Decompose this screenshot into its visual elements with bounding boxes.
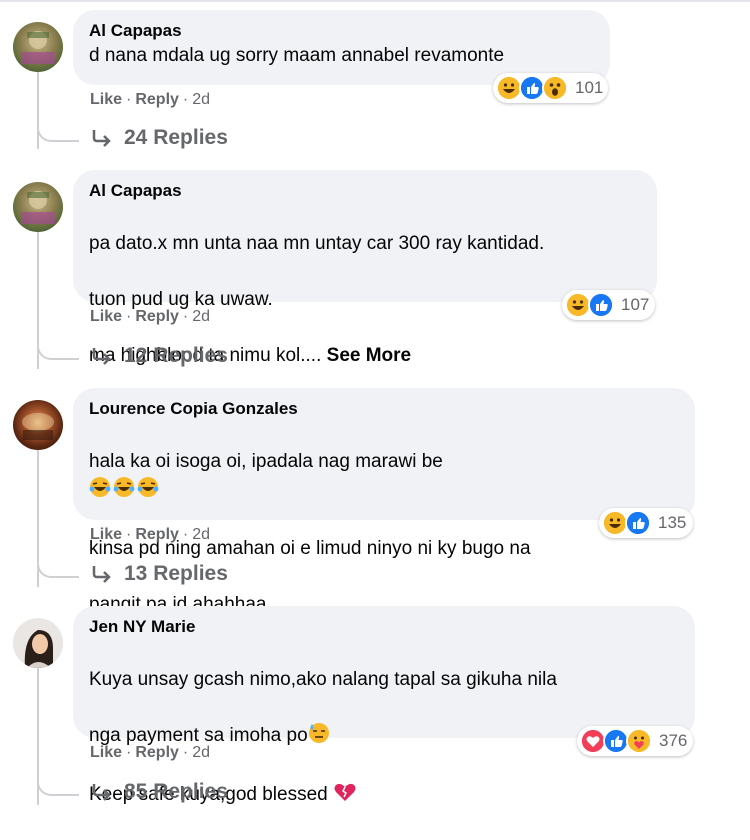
avatar[interactable] <box>13 400 63 450</box>
comment-time[interactable]: 2d <box>192 526 210 543</box>
thread-connector <box>37 546 79 578</box>
thread-connector <box>37 110 79 142</box>
like-button[interactable]: Like <box>90 91 122 108</box>
avatar-image <box>22 413 54 440</box>
reply-arrow-icon <box>92 348 111 365</box>
avatar-image <box>21 191 55 224</box>
view-replies-button[interactable]: 12 Replies <box>92 344 228 368</box>
comment: Lourence Copia Gonzales hala ka oi isoga… <box>0 388 750 615</box>
reply-button[interactable]: Reply <box>135 526 179 543</box>
comment-time[interactable]: 2d <box>192 308 210 325</box>
reaction-count: 135 <box>658 513 687 532</box>
reaction-summary[interactable]: 135 <box>599 508 693 538</box>
reply-arrow-icon <box>92 130 111 147</box>
comment-time[interactable]: 2d <box>192 91 210 108</box>
comment-actions: Like · Reply · 2d <box>90 91 210 109</box>
care-icon <box>626 728 652 754</box>
avatar[interactable] <box>13 618 63 668</box>
like-button[interactable]: Like <box>90 308 122 325</box>
comment-line: pa dato.x mn unta naa mn untay car 300 r… <box>89 233 545 254</box>
thread-connector <box>37 764 79 796</box>
reply-button[interactable]: Reply <box>135 91 179 108</box>
comment-author[interactable]: Lourence Copia Gonzales <box>89 398 679 420</box>
comment-bubble: Lourence Copia Gonzales hala ka oi isoga… <box>73 388 695 615</box>
comment-text: pa dato.x mn unta naa mn untay car 300 r… <box>89 202 641 398</box>
comment-author[interactable]: Al Capapas <box>89 20 594 42</box>
sweat-emoji <box>308 722 330 753</box>
separator: · <box>182 744 189 761</box>
reply-button[interactable]: Reply <box>135 308 179 325</box>
see-more-link[interactable]: See More <box>327 345 411 366</box>
separator: · <box>126 526 132 543</box>
separator: · <box>126 308 132 325</box>
thread-line <box>37 64 39 149</box>
comment-text: d nana mdala ug sorry maam annabel revam… <box>89 42 594 70</box>
comment: Al Capapas pa dato.x mn unta naa mn unta… <box>0 170 750 388</box>
reply-button[interactable]: Reply <box>135 744 179 761</box>
reaction-summary[interactable]: 107 <box>562 290 655 320</box>
comment-time[interactable]: 2d <box>192 744 210 761</box>
reaction-count: 101 <box>575 78 604 97</box>
comment-author[interactable]: Jen NY Marie <box>89 616 679 638</box>
top-divider <box>0 0 750 2</box>
comment-line: d nana mdala ug sorry maam annabel revam… <box>89 45 505 66</box>
avatar[interactable] <box>13 22 63 72</box>
reaction-count: 376 <box>659 731 688 750</box>
separator: · <box>182 91 189 108</box>
thread-connector <box>37 328 79 360</box>
comment-bubble: Jen NY Marie Kuya unsay gcash nimo,ako n… <box>73 606 695 805</box>
view-replies-button[interactable]: 85 Replies <box>92 780 228 804</box>
view-replies-button[interactable]: 13 Replies <box>92 562 228 586</box>
comment-actions: Like · Reply · 2d <box>90 308 210 326</box>
comment-actions: Like · Reply · 2d <box>90 744 210 762</box>
comment-line: Kuya unsay gcash nimo,ako nalang tapal s… <box>89 669 557 690</box>
like-icon <box>588 292 614 318</box>
comment-author[interactable]: Al Capapas <box>89 180 641 202</box>
reply-arrow-icon <box>92 784 111 801</box>
laughing-tears-emoji <box>89 476 161 507</box>
wow-icon <box>542 75 568 101</box>
reaction-summary[interactable]: 376 <box>577 726 693 756</box>
replies-count: 24 Replies <box>124 126 228 149</box>
reply-arrow-icon <box>92 566 111 583</box>
like-button[interactable]: Like <box>90 526 122 543</box>
replies-count: 13 Replies <box>124 562 228 585</box>
reaction-count: 107 <box>621 295 650 314</box>
avatar-image <box>21 31 55 64</box>
view-replies-button[interactable]: 24 Replies <box>92 126 228 150</box>
comment-line: hala ka oi isoga oi, ipadala nag marawi … <box>89 451 443 472</box>
replies-count: 12 Replies <box>124 344 228 367</box>
comment-actions: Like · Reply · 2d <box>90 526 210 544</box>
avatar[interactable] <box>13 182 63 232</box>
separator: · <box>182 308 189 325</box>
separator: · <box>126 744 132 761</box>
avatar-image <box>24 630 53 668</box>
mending-heart-emoji <box>333 781 357 812</box>
like-icon <box>625 510 651 536</box>
replies-count: 85 Replies <box>124 780 228 803</box>
separator: · <box>182 526 189 543</box>
comment-line: nga payment sa imoha po <box>89 725 308 746</box>
comment-bubble: Al Capapas pa dato.x mn unta naa mn unta… <box>73 170 657 366</box>
comment: Jen NY Marie Kuya unsay gcash nimo,ako n… <box>0 606 750 824</box>
separator: · <box>126 91 132 108</box>
like-button[interactable]: Like <box>90 744 122 761</box>
reaction-summary[interactable]: 101 <box>493 73 608 103</box>
